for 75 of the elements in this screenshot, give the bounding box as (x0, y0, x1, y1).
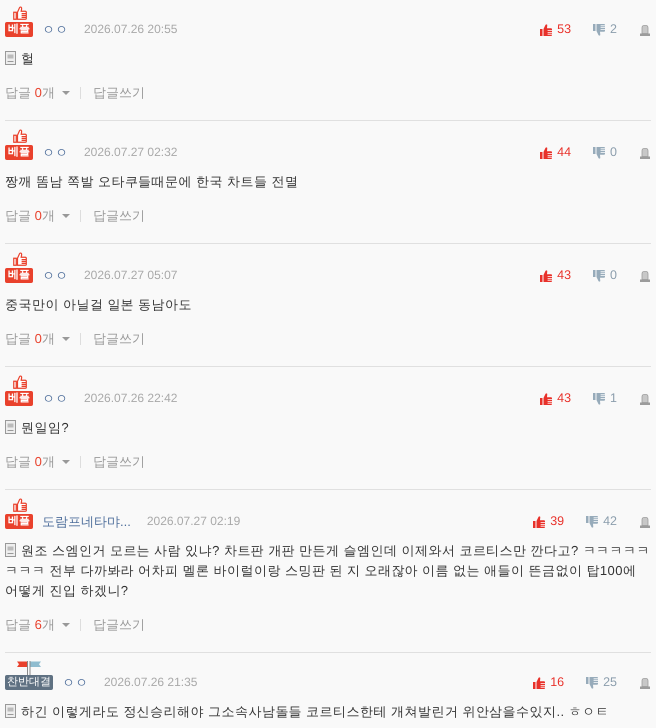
reply-count-toggle[interactable]: 답글 0개 (5, 83, 70, 103)
thumbs-up-icon (533, 676, 546, 688)
author-name[interactable]: ㅇㅇ (42, 145, 68, 160)
reply-count-toggle[interactable]: 답글 0개 (5, 452, 70, 472)
thumbs-up-icon (540, 24, 552, 36)
comment-date: 2026.07.26 20:55 (84, 22, 178, 37)
versus-badge: 찬반대결 (5, 675, 53, 690)
caret-icon (62, 91, 70, 95)
downvote-button[interactable]: 0 (593, 145, 617, 160)
caret-icon (62, 214, 70, 218)
thumbs-down-icon (586, 516, 598, 528)
upvote-button[interactable]: 39 (533, 514, 564, 529)
thumbs-down-icon (593, 392, 606, 404)
downvote-button[interactable]: 42 (586, 514, 617, 529)
thumbs-up-icon (540, 146, 552, 158)
upvote-button[interactable]: 43 (540, 268, 572, 283)
downvote-button[interactable]: 1 (593, 391, 617, 406)
thumbs-up-icon (13, 6, 27, 20)
flags-icon (17, 661, 41, 675)
comment-date: 2026.07.27 02:19 (146, 514, 240, 529)
comment-date: 2026.07.27 05:07 (84, 268, 178, 283)
author-name[interactable]: 도람프네타먀... (42, 514, 131, 529)
author-name[interactable]: ㅇㅇ (42, 391, 68, 406)
best-badge: 베플 (5, 268, 33, 283)
siren-icon[interactable] (639, 146, 651, 158)
thumbs-up-icon (540, 392, 552, 404)
siren-icon[interactable] (639, 516, 651, 528)
siren-icon[interactable] (639, 24, 651, 36)
reply-count-toggle[interactable]: 답글 0개 (5, 206, 70, 226)
comment-text: 원조 스엠인거 모르는 사람 있냐? 차트판 개판 만든게 슬엠인데 이제와서 코르티스만 깐다고? ㅋㅋㅋㅋㅋㅋㅋㅋ 전부 다까봐라 어차피 멜론 바이럴이랑 스밍판 된 지 오래잖아 이름 없는 애들이 뜬금없이 탑100에 어떻게 진입 하겠니? (5, 543, 650, 598)
author-name[interactable]: ㅇㅇ (42, 268, 68, 283)
upvote-button[interactable]: 53 (540, 22, 572, 37)
best-badge: 베플 (5, 145, 33, 160)
siren-icon[interactable] (639, 676, 651, 688)
write-reply-link[interactable]: 답글쓰기 (92, 452, 145, 472)
best-badge: 베플 (5, 22, 33, 37)
upvote-button[interactable]: 16 (533, 675, 564, 690)
comment-date: 2026.07.26 22:42 (84, 391, 178, 406)
comment-text: 헐 (21, 51, 34, 66)
reply-count-toggle[interactable]: 답글 6개 (5, 615, 70, 635)
siren-icon[interactable] (639, 270, 651, 282)
thumbs-up-icon (540, 270, 552, 282)
write-reply-link[interactable]: 답글쓰기 (92, 329, 145, 349)
caret-icon (62, 623, 70, 627)
thumbs-up-icon (13, 375, 27, 389)
upvote-button[interactable]: 44 (540, 145, 572, 160)
thumbs-down-icon (586, 676, 598, 688)
caret-icon (62, 460, 70, 464)
upvote-button[interactable]: 43 (540, 391, 572, 406)
write-reply-link[interactable]: 답글쓰기 (92, 615, 145, 635)
caret-icon (62, 337, 70, 341)
thumbs-up-icon (13, 498, 27, 512)
reply-count-toggle[interactable]: 답글 0개 (5, 329, 70, 349)
comment-text: 짱깨 똠남 쪽발 오타쿠들때문에 한국 차트들 전멸 (5, 174, 298, 189)
best-badge: 베플 (5, 391, 33, 406)
author-name[interactable]: ㅇㅇ (42, 22, 68, 37)
thumbs-up-icon (13, 252, 27, 266)
thumbs-down-icon (593, 146, 606, 158)
thumbs-down-icon (593, 270, 606, 282)
comment-date: 2026.07.26 21:35 (104, 675, 198, 690)
siren-icon[interactable] (639, 392, 651, 404)
write-reply-link[interactable]: 답글쓰기 (92, 83, 145, 103)
downvote-button[interactable]: 0 (593, 268, 617, 283)
comment-date: 2026.07.27 02:32 (84, 145, 178, 160)
best-badge: 베플 (5, 514, 33, 529)
comment-text: 뭔일임? (21, 420, 70, 435)
author-name[interactable]: ㅇㅇ (62, 675, 88, 690)
downvote-button[interactable]: 2 (593, 22, 617, 37)
thumbs-up-icon (533, 516, 546, 528)
downvote-button[interactable]: 25 (586, 675, 617, 690)
comment-text: 중국만이 아닐걸 일본 동남아도 (5, 297, 192, 312)
thumbs-down-icon (593, 24, 606, 36)
comment-text: 하긴 이렇게라도 정신승리해야 그소속사남돌들 코르티스한테 개쳐발린거 위안삼을수있지.. ㅎㅇㅌ (21, 704, 610, 719)
write-reply-link[interactable]: 답글쓰기 (92, 206, 145, 226)
thumbs-up-icon (13, 129, 27, 143)
